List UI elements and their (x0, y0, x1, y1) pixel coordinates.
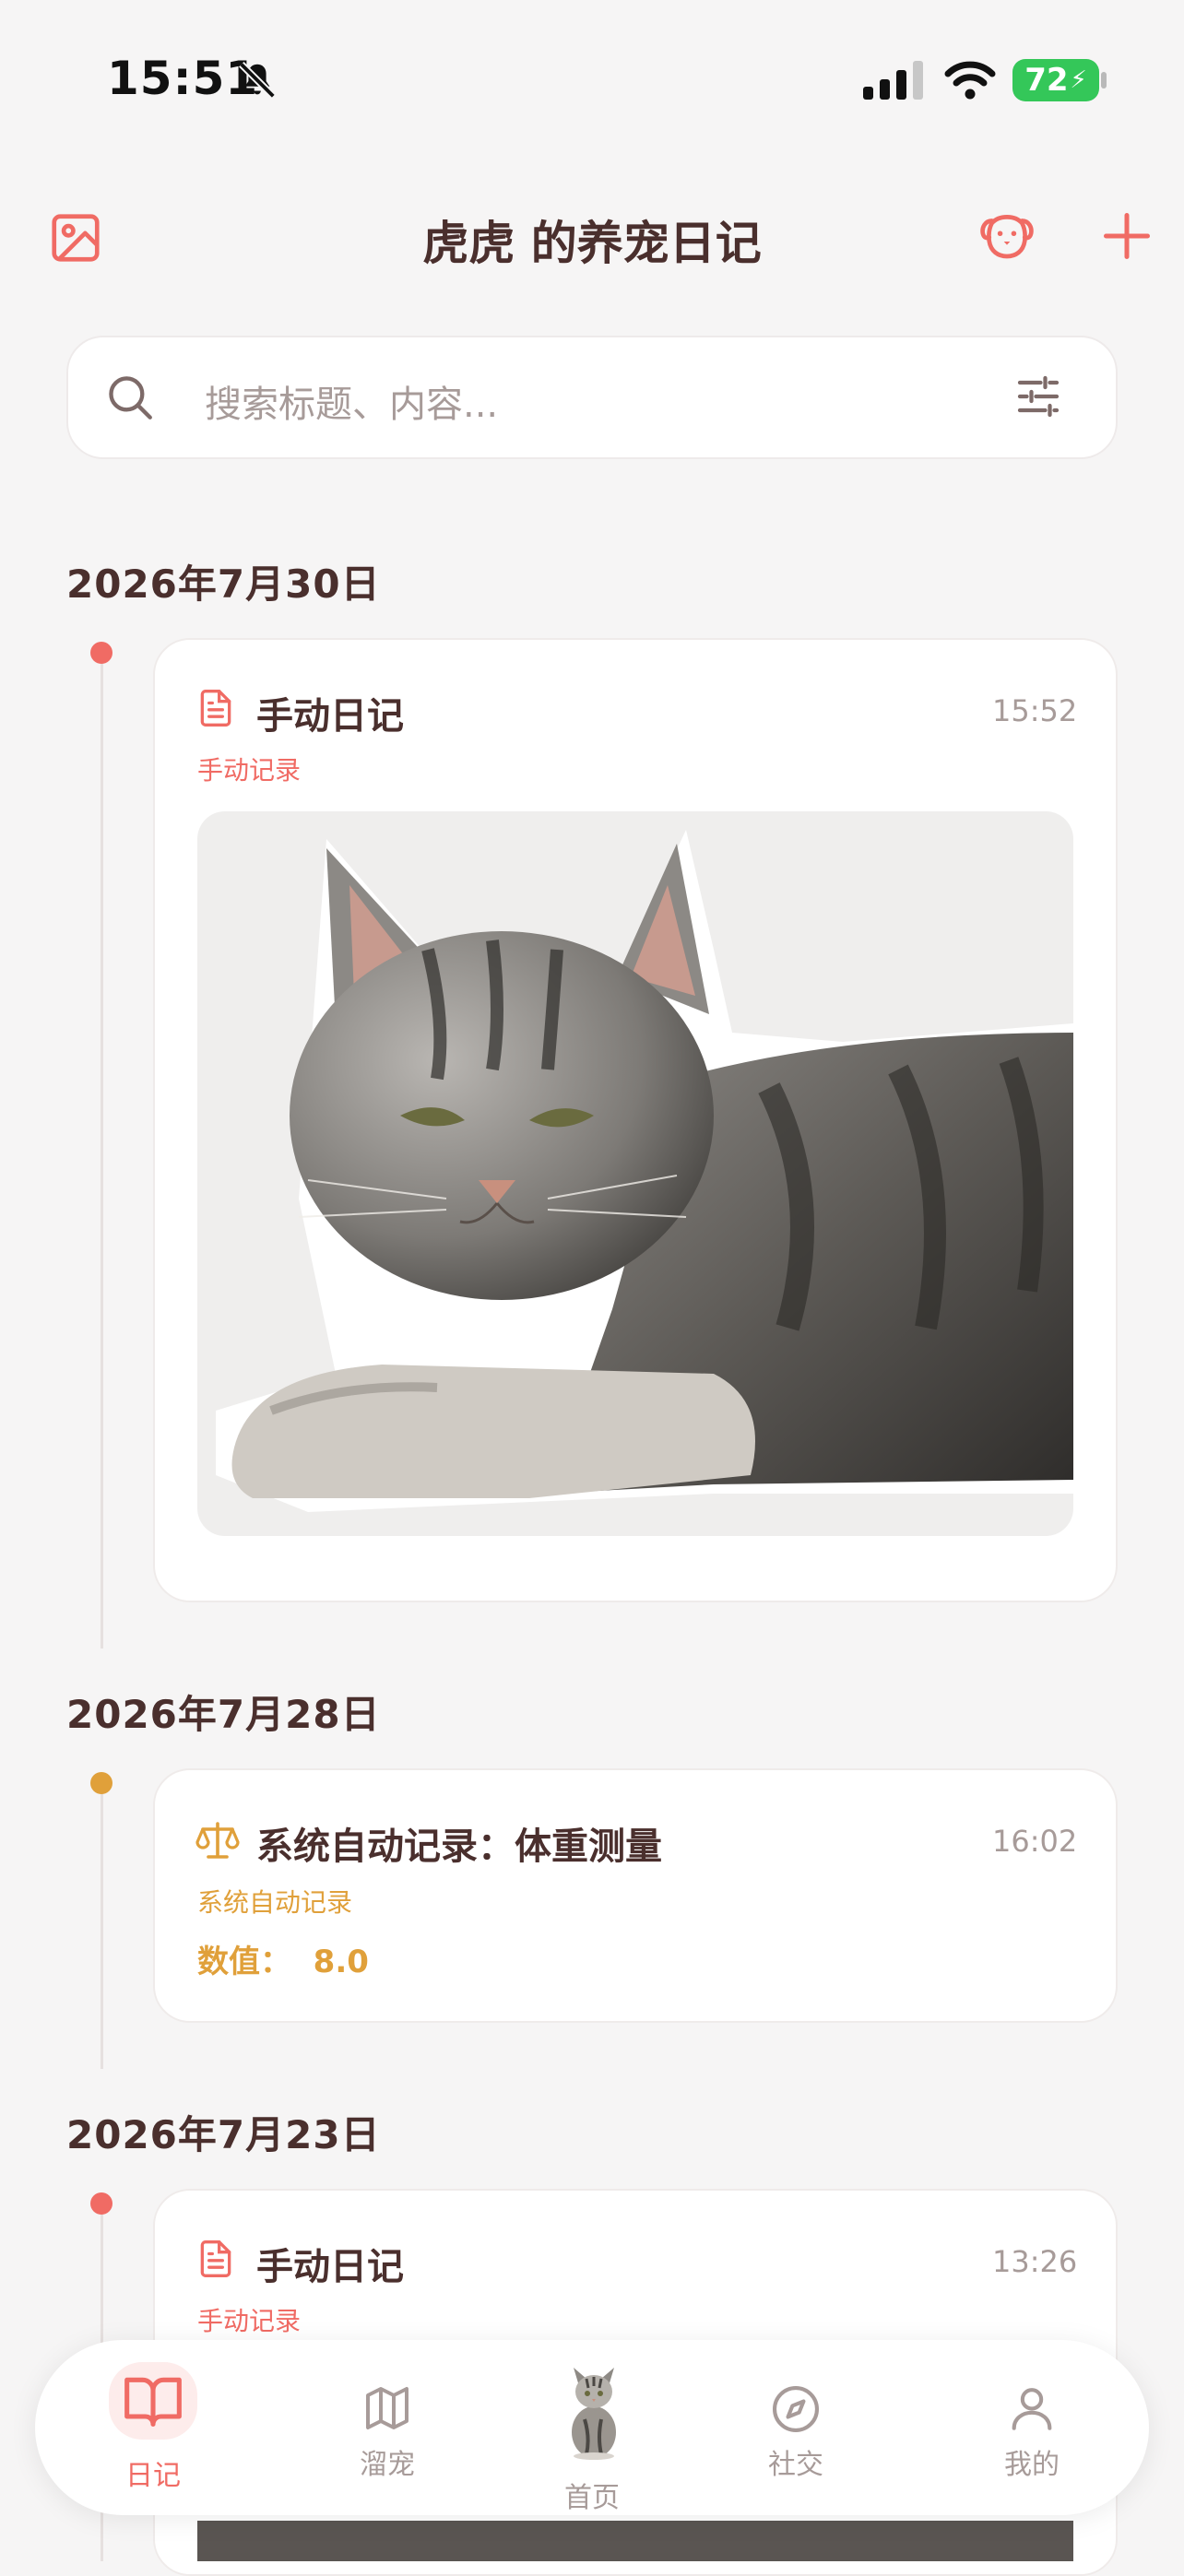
timeline-line (101, 1783, 103, 2069)
tab-diary[interactable]: 日记 (79, 2452, 227, 2493)
document-icon (200, 690, 231, 727)
card-time: 15:52 (992, 693, 1078, 728)
cat-avatar (572, 2368, 616, 2460)
card-title: 手动日记 (256, 695, 404, 738)
entry-photo[interactable] (197, 811, 1073, 1536)
card-title: 手动日记 (256, 2246, 404, 2288)
timeline-dot (90, 1772, 112, 1794)
wifi-icon (944, 61, 996, 100)
filter-sliders-icon[interactable] (1011, 369, 1066, 424)
pet-switch-button[interactable] (968, 197, 1046, 275)
compass-icon (772, 2385, 820, 2433)
timeline-dot (90, 2192, 112, 2215)
card-time: 13:26 (992, 2244, 1078, 2279)
card-subtitle: 系统自动记录 (197, 1887, 353, 1918)
battery-cap (1101, 72, 1107, 89)
search-icon (109, 376, 152, 419)
book-icon (124, 2377, 182, 2428)
user-icon (1012, 2388, 1052, 2430)
timeline-line (101, 653, 103, 1648)
tab-social[interactable]: 社交 (722, 2441, 870, 2482)
map-icon (366, 2387, 408, 2429)
battery-indicator: 72 ⚡ (1012, 59, 1099, 101)
bell-muted-icon (239, 62, 276, 99)
tab-me[interactable]: 我的 (958, 2441, 1106, 2482)
tab-home[interactable]: 首页 (518, 2475, 666, 2515)
date-heading: 2026年7月28日 (66, 1692, 381, 1737)
scale-icon (195, 1822, 240, 1859)
dog-face-icon (980, 215, 1034, 259)
cat-photo-illustration (216, 830, 1073, 1512)
search-input[interactable]: 搜索标题、内容... (205, 374, 498, 428)
card-subtitle: 手动记录 (197, 2306, 302, 2336)
document-icon (200, 2240, 231, 2277)
cellular-signal-icon (863, 61, 923, 100)
card-title: 系统自动记录：体重测量 (256, 1826, 662, 1868)
date-heading: 2026年7月23日 (66, 2112, 381, 2157)
entry-photo-partial[interactable] (197, 2521, 1073, 2561)
add-entry-button[interactable] (1088, 197, 1166, 275)
card-subtitle: 手动记录 (197, 755, 302, 786)
tab-walk[interactable]: 溜宠 (314, 2441, 461, 2482)
plus-icon (1104, 213, 1150, 259)
date-heading: 2026年7月30日 (66, 561, 381, 607)
card-time: 16:02 (992, 1824, 1078, 1859)
timeline-dot (90, 642, 112, 664)
measurement-value: 数值： 8.0 (197, 1944, 369, 1980)
